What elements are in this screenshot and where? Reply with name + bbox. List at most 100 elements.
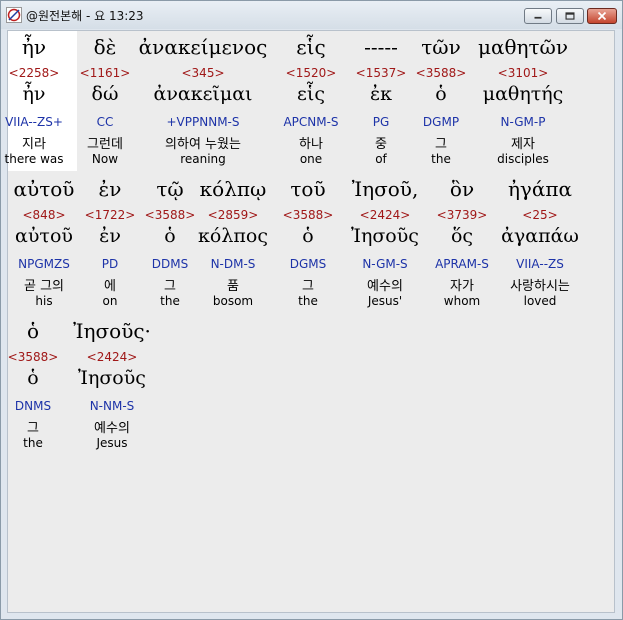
greek-word[interactable]: κόλπῳ <box>200 177 267 201</box>
strong-number: <25> <box>522 208 558 222</box>
english-gloss: the <box>298 294 318 308</box>
greek-word[interactable]: ----- <box>364 35 398 59</box>
strong-number: <1161> <box>79 66 131 80</box>
lemma: ἐκ <box>369 83 393 105</box>
morph-code: PG <box>372 115 390 129</box>
strong-number: <2258> <box>8 66 60 80</box>
morph-code: CC <box>96 115 114 129</box>
english-gloss: there was <box>4 152 64 166</box>
lemma: εἷς <box>297 83 325 105</box>
greek-word[interactable]: ἠγάπα <box>508 177 572 201</box>
korean-gloss: 그 <box>435 137 447 152</box>
morph-code: N-NM-S <box>89 399 135 413</box>
morph-code: N-GM-S <box>362 257 408 271</box>
english-gloss: Now <box>91 152 119 166</box>
maximize-icon <box>565 12 575 20</box>
strong-number: <3588> <box>7 350 59 364</box>
morph-code: N-DM-S <box>210 257 256 271</box>
korean-gloss: 중 <box>375 137 387 152</box>
lemma: ὁ <box>164 225 176 247</box>
app-logo-icon <box>6 7 22 23</box>
minimize-button[interactable] <box>524 8 552 24</box>
morph-code: DGMS <box>289 257 327 271</box>
greek-word[interactable]: ὃν <box>450 177 474 201</box>
morph-code: NPGMZS <box>18 257 70 271</box>
strong-number: <3101> <box>497 66 549 80</box>
strong-number: <1520> <box>285 66 337 80</box>
greek-word[interactable]: τῶν <box>421 35 461 59</box>
strong-number: <2859> <box>207 208 259 222</box>
lemma: ἦν <box>22 83 46 105</box>
greek-word[interactable]: ὁ <box>27 319 39 343</box>
greek-word[interactable]: ἐν <box>99 177 122 201</box>
lemma: κόλπος <box>198 225 268 247</box>
greek-word[interactable]: δὲ <box>94 35 117 59</box>
lemma: ἀγαπάω <box>501 225 579 247</box>
korean-gloss: 사랑하시는 <box>510 279 570 294</box>
korean-gloss: 예수의 <box>94 421 130 436</box>
strong-number: <3588> <box>282 208 334 222</box>
english-gloss: bosom <box>212 294 254 308</box>
strong-number: <3588> <box>144 208 196 222</box>
english-gloss: one <box>299 152 323 166</box>
korean-gloss: 그 <box>302 279 314 294</box>
morph-code: +VPPNNM-S <box>166 115 240 129</box>
morph-code: N-GM-P <box>500 115 546 129</box>
greek-word[interactable]: εἷς <box>296 35 325 59</box>
morph-code: APCNM-S <box>283 115 339 129</box>
lemma: ὁ <box>302 225 314 247</box>
korean-gloss: 제자 <box>511 137 535 152</box>
lemma: Ἰησοῦς <box>78 367 146 389</box>
minimize-icon <box>534 16 542 19</box>
title-bar[interactable]: @원전본해 - 요 13:23 <box>1 1 622 29</box>
korean-gloss: 예수의 <box>367 279 403 294</box>
korean-gloss: 곧 그의 <box>23 279 65 294</box>
greek-word[interactable]: τοῦ <box>290 177 325 201</box>
greek-word[interactable]: τῷ <box>156 177 183 201</box>
english-gloss: the <box>431 152 451 166</box>
korean-gloss: 하나 <box>299 137 323 152</box>
korean-gloss: 그런데 <box>87 137 123 152</box>
interlinear-panel[interactable]: ἦν <2258> ἦν VIIA--ZS+ 지라 there was δὲ <1161> δώ… <box>4 30 615 613</box>
greek-word[interactable]: Ἰησοῦς· <box>73 319 151 343</box>
lemma: ἐν <box>99 225 121 247</box>
english-gloss: whom <box>443 294 481 308</box>
morph-code: DGMP <box>422 115 460 129</box>
english-gloss: the <box>23 436 43 450</box>
morph-code: VIIA--ZS+ <box>5 115 63 129</box>
greek-word[interactable]: ἦν <box>22 35 46 59</box>
morph-code: DNMS <box>14 399 52 413</box>
morph-code: VIIA--ZS <box>516 257 564 271</box>
greek-word[interactable]: αὐτοῦ <box>14 177 75 201</box>
lemma: ἀνακεῖμαι <box>153 83 253 105</box>
strong-number: <3739> <box>436 208 488 222</box>
window-title: @원전본해 - 요 13:23 <box>26 9 144 23</box>
lemma: ὁ <box>27 367 39 389</box>
english-gloss: loved <box>523 294 557 308</box>
english-gloss: the <box>160 294 180 308</box>
strong-number: <1537> <box>355 66 407 80</box>
korean-gloss: 그 <box>164 279 176 294</box>
greek-word[interactable]: μαθητῶν <box>478 35 568 59</box>
maximize-button[interactable] <box>556 8 584 24</box>
korean-gloss: 의하여 누웠는 <box>165 137 241 152</box>
morph-code: PD <box>101 257 119 271</box>
lemma: μαθητής <box>482 83 564 105</box>
lemma: αὐτοῦ <box>15 225 73 247</box>
strong-number: <3588> <box>415 66 467 80</box>
close-button[interactable] <box>587 8 617 24</box>
english-gloss: of <box>375 152 387 166</box>
lemma: Ἰησοῦς <box>351 225 419 247</box>
english-gloss: on <box>102 294 118 308</box>
lemma: δώ <box>91 83 119 105</box>
greek-word[interactable]: Ἰησοῦ, <box>352 177 419 201</box>
korean-gloss: 그 <box>27 421 39 436</box>
strong-number: <848> <box>22 208 66 222</box>
korean-gloss: 지라 <box>22 137 46 152</box>
korean-gloss: 에 <box>104 279 116 294</box>
korean-gloss: 자가 <box>450 279 474 294</box>
morph-code: DDMS <box>151 257 189 271</box>
greek-word[interactable]: ἀνακείμενος <box>139 35 268 59</box>
korean-gloss: 품 <box>227 279 239 294</box>
morph-code: APRAM-S <box>435 257 489 271</box>
